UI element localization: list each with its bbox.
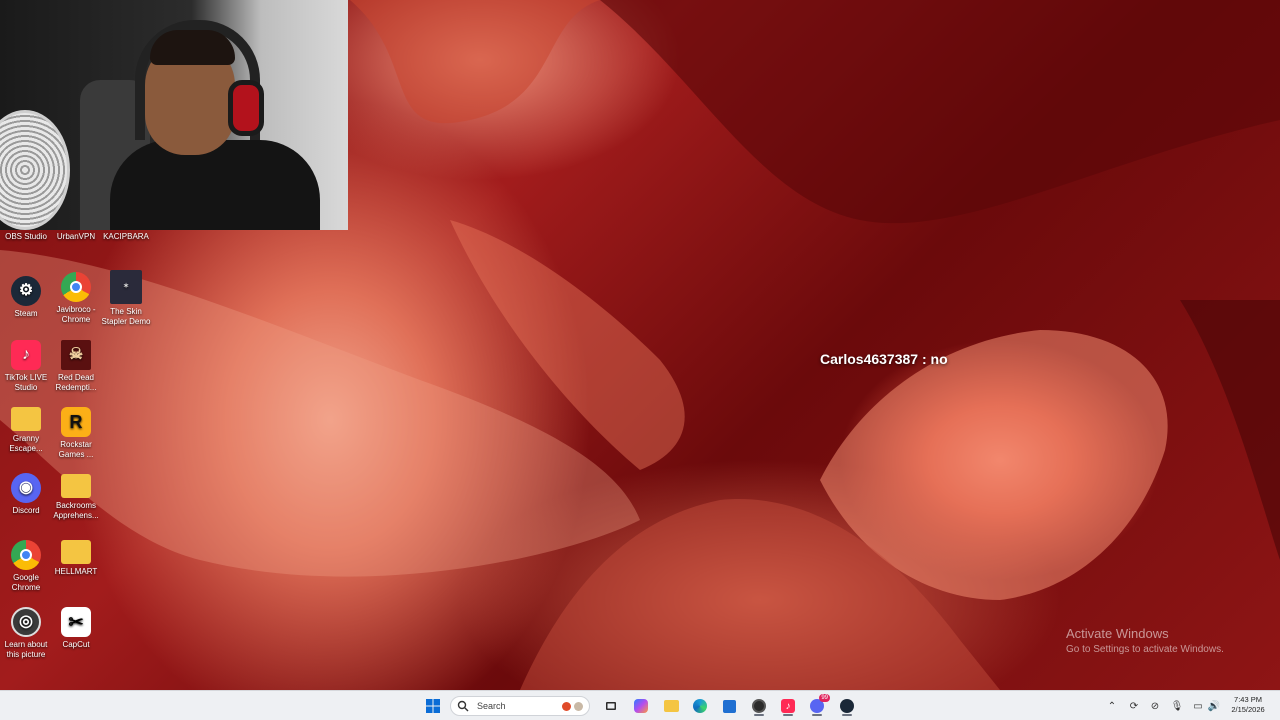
start-icon (426, 699, 440, 713)
obs-taskbar-button[interactable] (748, 696, 770, 716)
desktop-icon-skin-stapler[interactable]: ✶ The Skin Stapler Demo (100, 270, 152, 327)
show-hidden-icons-button[interactable]: ⌃ (1105, 699, 1119, 713)
monitor-icon: ▭ (1193, 700, 1203, 712)
copilot-icon (634, 699, 648, 713)
display-tray-button[interactable]: ▭ (1191, 699, 1205, 713)
desktop-icon-rockstar[interactable]: R Rockstar Games ... (50, 407, 102, 460)
microphone-tray-button[interactable]: 🎙 (1170, 699, 1184, 713)
running-indicator (754, 714, 764, 716)
activate-windows-watermark: Activate Windows Go to Settings to activ… (1066, 626, 1224, 655)
desktop-icon-hellmart[interactable]: HELLMART (50, 540, 102, 577)
folder-icon (61, 474, 91, 498)
rockstar-icon: R (61, 407, 91, 437)
discord-taskbar-button[interactable]: 99 (806, 694, 830, 716)
file-explorer-button[interactable] (660, 696, 682, 716)
desktop-icon-label: Rockstar Games ... (58, 440, 94, 459)
desktop-icon-label: Javibroco - Chrome (56, 305, 96, 324)
steam-taskbar-button[interactable] (836, 696, 858, 716)
desktop-icon-label: Red Dead Redempti... (55, 373, 97, 392)
fan-graphic (0, 110, 70, 230)
chevron-up-icon: ⌃ (1107, 700, 1117, 712)
taskbar-search-box[interactable]: Search (450, 696, 590, 716)
task-view-button[interactable] (600, 696, 622, 716)
search-placeholder: Search (477, 701, 506, 711)
microphone-icon: 🎙 (1170, 700, 1184, 712)
speaker-icon: 🔊 (1207, 700, 1221, 712)
desktop-icon-javibroco-chrome[interactable]: Javibroco - Chrome (50, 272, 102, 325)
person-hair (150, 30, 235, 65)
spotlight-icon: ◎ (11, 607, 41, 637)
capcut-icon: ✂ (61, 607, 91, 637)
desktop-icon-kacipbara[interactable]: KACIPBARA (100, 232, 152, 242)
desktop-icon-tiktok-live[interactable]: ♪ TikTok LIVE Studio (0, 340, 52, 393)
store-icon (722, 699, 736, 713)
headset-earcup (228, 80, 264, 136)
sync-icon: ⟳ (1129, 700, 1139, 712)
desktop-icon-label: Steam (14, 309, 38, 318)
desktop-icon-capcut[interactable]: ✂ CapCut (50, 607, 102, 650)
rdr-icon: ☠ (61, 340, 91, 370)
store-button[interactable] (718, 696, 740, 716)
desktop-icon-label: HELLMART (54, 567, 98, 576)
taskbar-clock[interactable]: 7:43 PM 2/15/2026 (1224, 695, 1272, 715)
folder-icon (61, 540, 91, 564)
desktop-icon-backrooms[interactable]: Backrooms Apprehens... (50, 474, 102, 521)
network-off-icon: ⊘ (1150, 700, 1160, 712)
desktop-icon-discord[interactable]: ◉ Discord (0, 473, 52, 516)
desktop-icon-label: The Skin Stapler Demo (101, 307, 151, 326)
running-indicator (842, 714, 852, 716)
search-highlight-graphic (562, 701, 583, 711)
search-icon (457, 700, 469, 712)
file-explorer-icon (663, 700, 679, 712)
desktop-icon-google-chrome[interactable]: Google Chrome (0, 540, 52, 593)
desktop-icon-steam[interactable]: ⚙ Steam (0, 276, 52, 319)
chat-overlay-message: Carlos4637387 : no (820, 351, 948, 367)
desktop-icon-rdr[interactable]: ☠ Red Dead Redempti... (50, 340, 102, 393)
running-indicator (783, 714, 793, 716)
desktop-icon-label: Learn about this picture (4, 640, 48, 659)
desktop-icon-label: TikTok LIVE Studio (4, 373, 48, 392)
desktop-icon-label: Discord (12, 506, 40, 515)
tiktok-taskbar-icon: ♪ (781, 699, 795, 713)
steam-icon: ⚙ (11, 276, 41, 306)
desktop-icon-urbanvpn[interactable]: UrbanVPN (50, 232, 102, 242)
webcam-overlay (0, 0, 348, 230)
activate-title: Activate Windows (1066, 626, 1169, 641)
tiktok-icon: ♪ (11, 340, 41, 370)
desktop-icon-granny-escape[interactable]: Granny Escape... (0, 407, 52, 454)
desktop-icon-obs[interactable]: OBS Studio (0, 232, 52, 242)
chrome-icon (11, 540, 41, 570)
chrome-profile-icon (61, 272, 91, 302)
desktop-icon-label: Granny Escape... (9, 434, 43, 453)
desktop-icon-label: CapCut (62, 640, 90, 649)
tiktok-taskbar-button[interactable]: ♪ (777, 696, 799, 716)
sync-tray-button[interactable]: ⟳ (1127, 699, 1141, 713)
desktop-icon-label: UrbanVPN (56, 232, 96, 241)
discord-badge: 99 (819, 694, 830, 702)
discord-icon: ◉ (11, 473, 41, 503)
start-button[interactable] (422, 696, 444, 716)
person-body (110, 140, 320, 230)
activate-subtitle: Go to Settings to activate Windows. (1066, 644, 1224, 655)
clock-date: 2/15/2026 (1231, 705, 1265, 714)
desktop-icon-label: KACIPBARA (103, 232, 149, 241)
steam-taskbar-icon (840, 699, 854, 713)
copilot-button[interactable] (630, 696, 652, 716)
volume-tray-button[interactable]: 🔊 (1207, 699, 1221, 713)
folder-icon (11, 407, 41, 431)
obs-taskbar-icon (752, 699, 766, 713)
taskbar: Search ♪ 99 ⌃ ⟳ ⊘ 🎙 ▭ 🔊 7:43 PM 2/15/202… (0, 690, 1280, 720)
desktop-icon-learn-about-picture[interactable]: ◎ Learn about this picture (0, 607, 52, 660)
running-indicator (812, 714, 822, 716)
game-icon: ✶ (110, 270, 142, 304)
desktop-icon-label: OBS Studio (5, 232, 47, 241)
desktop-icon-label: Backrooms Apprehens... (53, 501, 99, 520)
clock-time: 7:43 PM (1234, 695, 1262, 704)
edge-icon (693, 699, 707, 713)
network-tray-button[interactable]: ⊘ (1148, 699, 1162, 713)
edge-button[interactable] (689, 696, 711, 716)
task-view-icon (606, 702, 616, 710)
desktop-icon-label: Google Chrome (11, 573, 41, 592)
